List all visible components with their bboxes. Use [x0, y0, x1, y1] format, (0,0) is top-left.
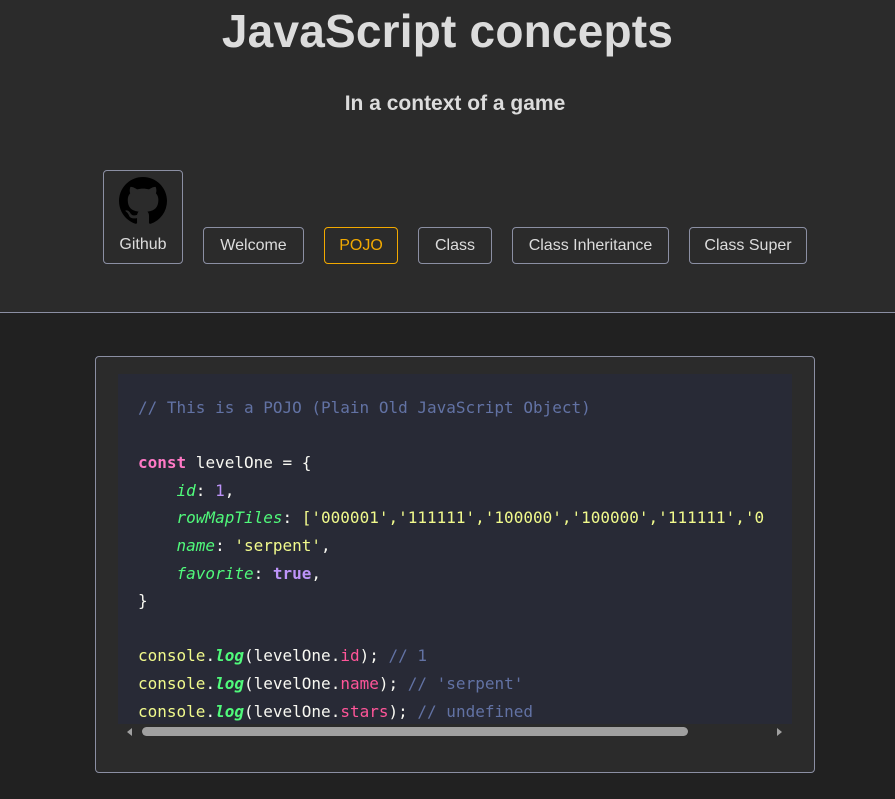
nav-class-inheritance-label: Class Inheritance [528, 236, 653, 254]
code-obj: levelOne [253, 701, 331, 721]
github-label: Github [119, 236, 167, 253]
code-close-brace: } [138, 591, 148, 611]
code-member-stars: stars [340, 701, 389, 721]
nav-class-inheritance-button[interactable]: Class Inheritance [512, 227, 669, 264]
code-comment-1: // 1 [388, 646, 428, 666]
code-obj: levelOne [253, 673, 331, 693]
code-value-rowmaptiles: ['000001','111111','100000','100000','11… [301, 508, 765, 528]
code-card: // This is a POJO (Plain Old JavaScript … [95, 356, 815, 773]
code-key-id: id [176, 480, 196, 500]
nav-pojo-button[interactable]: POJO [324, 227, 398, 264]
github-icon [119, 177, 167, 224]
code-console: console [138, 646, 206, 666]
nav-class-super-label: Class Super [704, 236, 792, 254]
code-obj: levelOne [253, 646, 331, 666]
code-log-fn: log [215, 673, 244, 693]
code-console: console [138, 701, 206, 721]
scrollbar-thumb[interactable] [142, 727, 688, 736]
code-log-fn: log [215, 646, 244, 666]
nav-welcome-button[interactable]: Welcome [203, 227, 304, 264]
scroll-left-arrow-icon[interactable] [127, 728, 132, 736]
code-member-name: name [340, 673, 379, 693]
page-subtitle: In a context of a game [344, 92, 566, 115]
code-comment-3: // undefined [417, 701, 533, 721]
code-value-id: 1 [215, 480, 225, 500]
code-text: // This is a POJO (Plain Old JavaScript … [138, 398, 765, 721]
nav-pojo-label: POJO [339, 236, 383, 254]
code-value-favorite: true [272, 563, 312, 583]
scroll-right-arrow-icon[interactable] [777, 728, 782, 736]
code-keyword-const: const [138, 453, 187, 473]
nav-welcome-label: Welcome [220, 236, 287, 254]
nav-class-button[interactable]: Class [418, 227, 492, 264]
code-comment-2: // 'serpent' [407, 673, 524, 693]
code-key-name: name [176, 535, 216, 555]
code-key-favorite: favorite [176, 563, 254, 583]
code-comment: // This is a POJO (Plain Old JavaScript … [138, 398, 591, 417]
code-declaration: levelOne = { [186, 453, 312, 473]
code-block[interactable]: // This is a POJO (Plain Old JavaScript … [118, 374, 792, 724]
code-value-name: 'serpent' [234, 535, 322, 555]
nav-class-label: Class [434, 236, 475, 254]
code-member-id: id [340, 646, 360, 666]
nav-class-super-button[interactable]: Class Super [689, 227, 807, 264]
code-log-fn: log [215, 701, 244, 721]
code-key-rowmaptiles: rowMapTiles [176, 508, 283, 528]
horizontal-scrollbar[interactable] [118, 724, 792, 740]
page-title: JavaScript concepts [221, 5, 674, 57]
github-button[interactable]: Github [103, 170, 183, 264]
code-console: console [138, 673, 206, 693]
page-header: JavaScript concepts In a context of a ga… [0, 0, 895, 313]
